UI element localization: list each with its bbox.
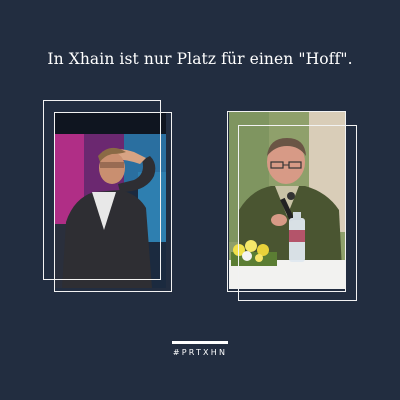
headline: In Xhain ist nur Platz für einen "Hoff". xyxy=(47,50,353,68)
left-photo-frame-inner xyxy=(54,112,172,292)
hashtag-divider xyxy=(172,341,228,344)
right-photo-frame-inner xyxy=(238,125,357,301)
hashtag: #PRTXHN xyxy=(172,348,228,357)
